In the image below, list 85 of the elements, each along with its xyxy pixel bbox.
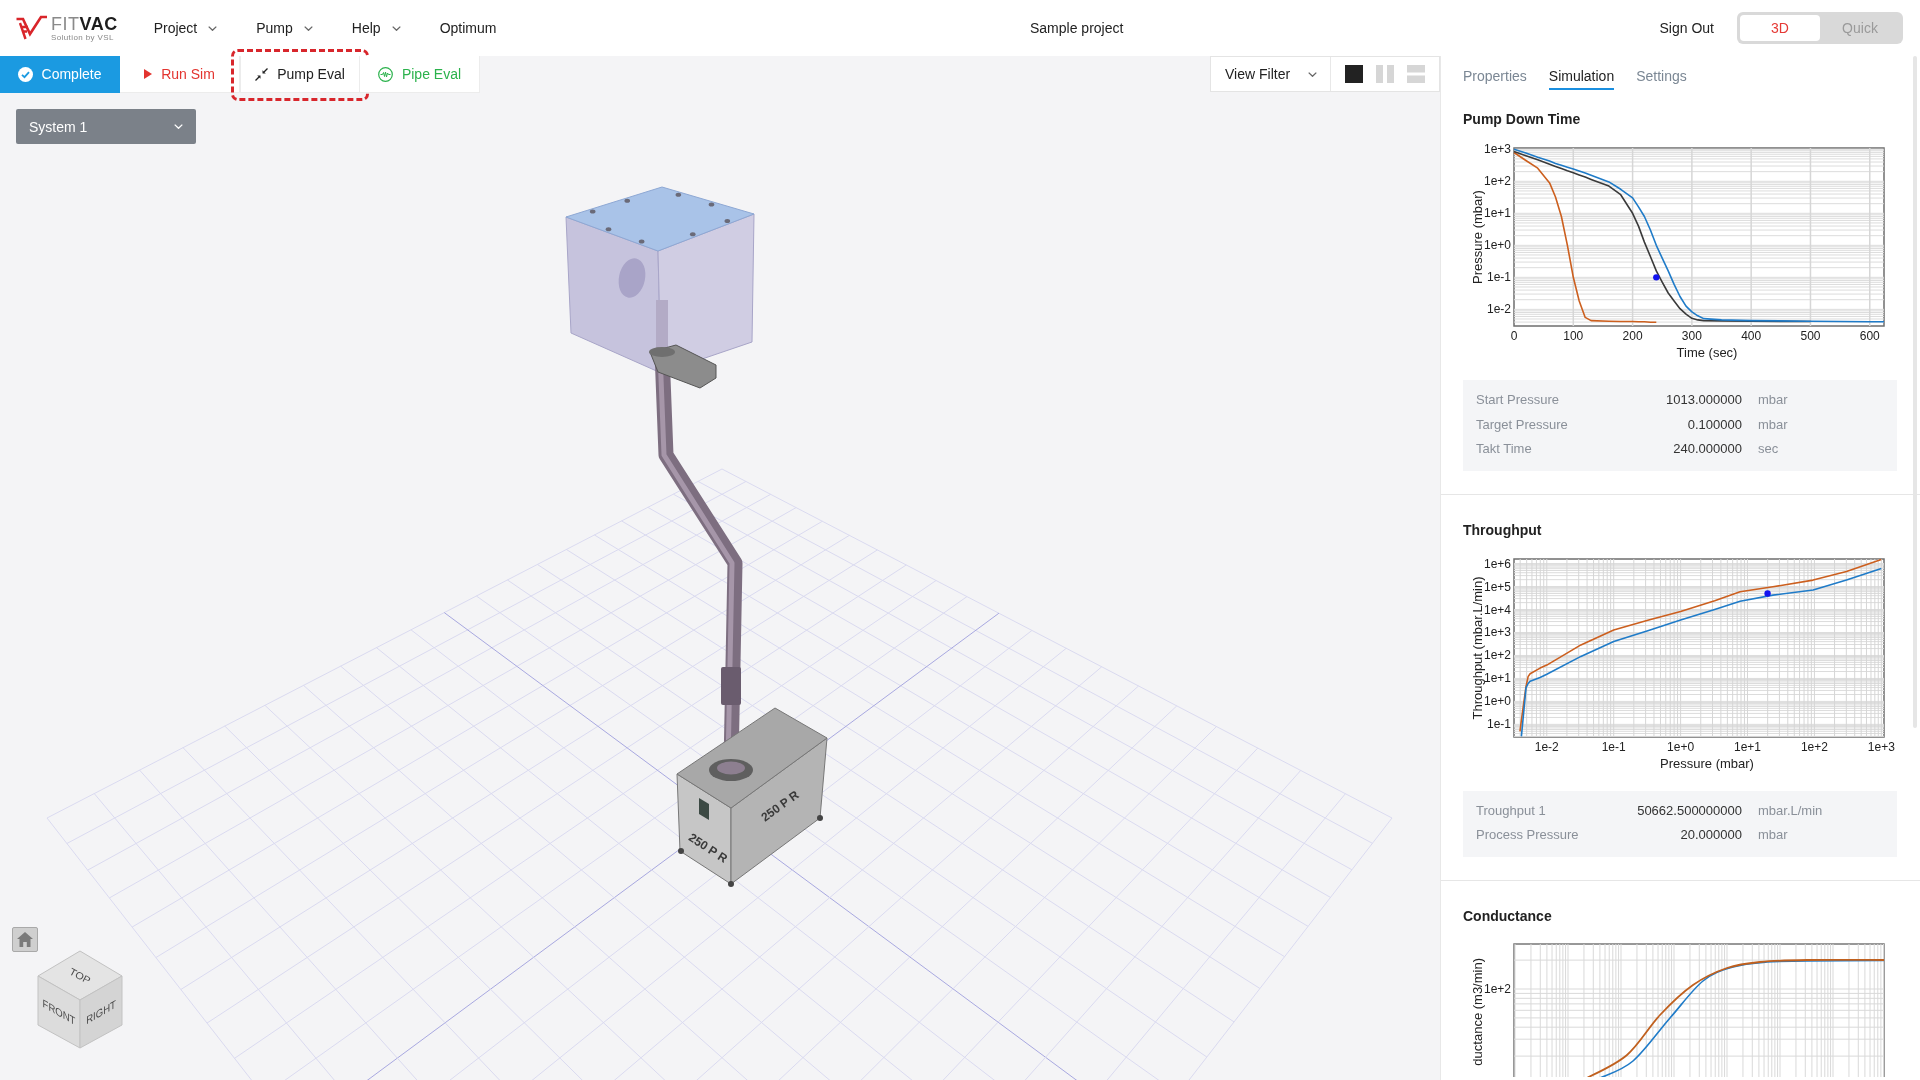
pulse-circle-icon: [377, 66, 393, 82]
menu-item[interactable]: Optimum: [439, 20, 497, 36]
data-point: [1764, 589, 1771, 597]
arrows-inward-icon: [255, 67, 269, 81]
axis-tick-label: 1e-2: [1486, 302, 1511, 317]
axis-tick-label: 400: [1741, 329, 1762, 343]
axis-tick-label: 0: [1510, 329, 1518, 343]
axis-tick-label: 1e+1: [1483, 206, 1511, 221]
toolbar-button[interactable]: Run Sim: [120, 56, 240, 93]
property-label: Troughput 1: [1476, 801, 1547, 820]
property-label: Start Pressure: [1476, 391, 1561, 409]
axis-title: Pressure (mbar): [1469, 190, 1485, 284]
axis-tick-label: 500: [1800, 329, 1821, 343]
section-title: Throughput: [1463, 521, 1543, 538]
sign-out-button[interactable]: Sign Out: [1659, 20, 1714, 36]
chevron-down-icon: [391, 25, 401, 31]
property-value: 50662.500000000: [1636, 801, 1742, 820]
menu-item[interactable]: Help: [351, 20, 401, 36]
axis-tick-label: 1e+6: [1483, 556, 1511, 571]
toolbar-button[interactable]: Pump Eval: [240, 56, 360, 93]
axis-tick-label: 1e+3: [1483, 625, 1511, 639]
property-unit: mbar.L/min: [1757, 801, 1824, 820]
axis-tick-label: 200: [1622, 329, 1643, 343]
axis-tick-label: 300: [1681, 329, 1702, 343]
axis-tick-label: 1e+2: [1483, 981, 1511, 996]
axis-title: Throughput (mbar.L/min): [1469, 575, 1485, 720]
property-unit: mbar: [1757, 415, 1789, 434]
menu-item[interactable]: Project: [153, 20, 218, 36]
two-column-icon[interactable]: [1376, 65, 1394, 83]
axis-tick-label: 1e-1: [1486, 270, 1511, 285]
pump-label: 250 P R: [686, 830, 730, 866]
panel-tab[interactable]: Settings: [1636, 68, 1687, 90]
data-point: [1653, 274, 1660, 281]
axis-tick-label: 1e+2: [1483, 647, 1511, 662]
axis-tick-label: 1e+2: [1483, 174, 1511, 189]
chevron-down-icon: [208, 25, 218, 31]
property-value: 240.000000: [1672, 440, 1742, 458]
property-label: Target Pressure: [1476, 415, 1569, 434]
single-pane-icon[interactable]: [1345, 65, 1363, 83]
chevron-down-icon: [174, 124, 183, 129]
section-title: Conductance: [1463, 907, 1553, 924]
axis-tick-label: 1e+3: [1867, 739, 1895, 754]
axis-tick-label: 1e-1: [1601, 739, 1626, 754]
check-circle-icon: [17, 66, 33, 82]
home-button[interactable]: [12, 927, 38, 952]
axis-tick-label: 600: [1859, 329, 1880, 343]
chevron-down-icon: [303, 25, 313, 31]
project-title: Sample project: [1030, 20, 1124, 36]
chevron-down-icon: [1308, 71, 1317, 77]
system-dropdown[interactable]: System 1: [16, 109, 196, 144]
axis-tick-label: 1e-1: [1486, 716, 1511, 731]
axis-tick-label: 1e+1: [1734, 739, 1761, 754]
property-unit: mbar: [1757, 826, 1789, 844]
property-value: 20.000000: [1679, 826, 1742, 844]
view-cube-face[interactable]: TOP: [37, 950, 123, 1001]
valve: [649, 344, 717, 389]
two-row-icon[interactable]: [1407, 65, 1425, 83]
menu-item[interactable]: Pump: [256, 20, 313, 36]
axis-tick-label: 100: [1563, 329, 1584, 343]
property-unit: sec: [1757, 440, 1780, 458]
property-value: 1013.000000: [1665, 391, 1742, 409]
property-value: 0.100000: [1686, 415, 1742, 434]
home-icon: [17, 932, 33, 947]
section-title: Pump Down Time: [1463, 111, 1582, 127]
panel-tab[interactable]: Simulation: [1548, 68, 1615, 90]
axis-tick-label: 1e+0: [1483, 693, 1511, 708]
axis-title: ductance (m3/min): [1469, 957, 1485, 1066]
axis-title: Time (sec): [1676, 345, 1738, 360]
axis-tick-label: 1e-2: [1534, 739, 1559, 754]
axis-tick-label: 1e+3: [1483, 142, 1511, 157]
property-label: Takt Time: [1476, 440, 1533, 458]
logo-wordmark: FITVAC: [51, 14, 118, 33]
axis-title: Pressure (mbar): [1660, 755, 1754, 771]
logo-icon: [15, 15, 48, 41]
view-mode-option[interactable]: 3D: [1740, 15, 1820, 41]
logo-tagline: Solution by VSL: [51, 32, 115, 42]
axis-tick-label: 1e+2: [1800, 739, 1828, 754]
axis-tick-label: 1e+0: [1483, 238, 1511, 253]
axis-tick-label: 1e+0: [1667, 739, 1695, 754]
property-label: Process Pressure: [1476, 826, 1580, 844]
pump-label: 250 P R: [758, 787, 802, 825]
play-icon: [144, 69, 153, 79]
property-unit: mbar: [1757, 391, 1789, 409]
axis-tick-label: 1e+4: [1483, 602, 1511, 617]
panel-tab[interactable]: Properties: [1463, 68, 1527, 90]
